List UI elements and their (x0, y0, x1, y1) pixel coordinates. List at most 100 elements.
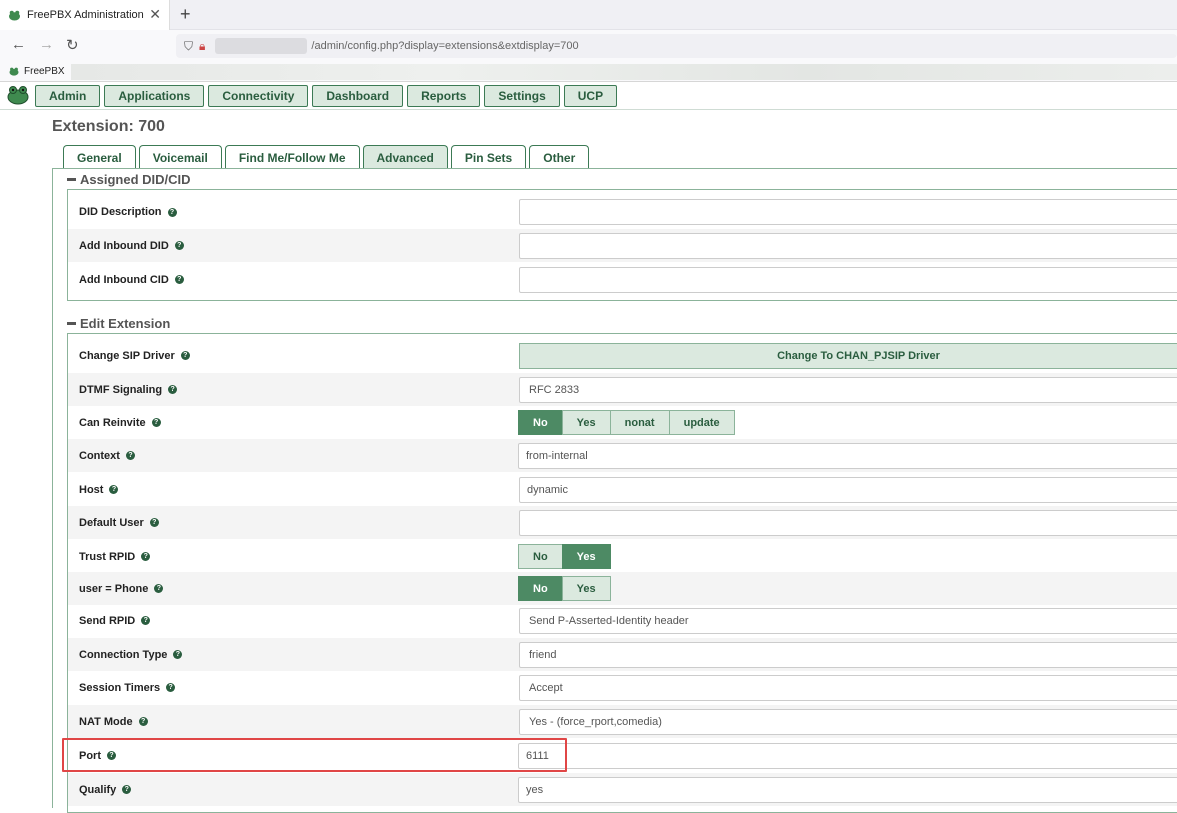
browser-tab-title: FreePBX Administration (27, 9, 144, 21)
menu-ucp[interactable]: UCP (563, 85, 618, 107)
shield-icon: ⛉ (184, 38, 194, 53)
tab-findme-followme[interactable]: Find Me/Follow Me (224, 145, 360, 169)
row-dtmf-signaling: DTMF Signaling? RFC 2833 (68, 373, 1177, 406)
browser-tab[interactable]: FreePBX Administration ✕ (0, 0, 170, 30)
browser-navbar: ← → ↻ ⛉ 🔒︎ /admin/config.php?display=ext… (0, 30, 1177, 62)
add-inbound-cid-input[interactable] (519, 266, 1177, 293)
send-rpid-select[interactable]: Send P-Asserted-Identity header (519, 607, 1177, 634)
host-input[interactable]: dynamic (519, 476, 1177, 503)
freepbx-favicon-icon (9, 10, 20, 21)
can-reinvite-nonat[interactable]: nonat (609, 410, 670, 435)
port-highlight-box (62, 738, 567, 772)
freepbx-favicon-icon (9, 67, 19, 76)
main-menu: Admin Applications Connectivity Dashboar… (35, 85, 618, 107)
menu-dashboard[interactable]: Dashboard (312, 85, 404, 107)
help-icon[interactable]: ? (167, 207, 177, 217)
help-icon[interactable]: ? (174, 275, 184, 284)
row-can-reinvite: Can Reinvite? No Yes nonat update (68, 406, 1177, 439)
row-send-rpid: Send RPID? Send P-Asserted-Identity head… (68, 604, 1177, 637)
send-rpid-label: Send RPID? (79, 615, 151, 627)
tab-advanced[interactable]: Advanced (362, 145, 448, 169)
host-label: Host? (79, 484, 119, 496)
help-icon[interactable]: ? (180, 351, 190, 360)
change-to-pjsip-button[interactable]: Change To CHAN_PJSIP Driver (519, 342, 1177, 369)
address-bar[interactable]: ⛉ 🔒︎ /admin/config.php?display=extension… (176, 34, 1177, 58)
help-icon[interactable]: ? (141, 552, 151, 561)
browser-tabbar: FreePBX Administration ✕ + (0, 0, 1177, 30)
nat-mode-label: NAT Mode? (79, 716, 148, 728)
help-icon[interactable]: ? (168, 385, 178, 394)
row-change-sip-driver: Change SIP Driver? Change To CHAN_PJSIP … (68, 339, 1177, 372)
collapse-icon[interactable] (67, 322, 76, 326)
bookmark-freepbx[interactable]: FreePBX (24, 66, 65, 77)
row-host: Host? dynamic (68, 473, 1177, 506)
can-reinvite-toggle: No Yes nonat update (518, 410, 735, 435)
help-icon[interactable]: ? (166, 683, 176, 692)
can-reinvite-yes[interactable]: Yes (561, 410, 611, 435)
reload-icon[interactable]: ↻ (66, 36, 79, 54)
user-phone-toggle: No Yes (518, 576, 611, 601)
user-phone-label: user = Phone? (79, 583, 164, 595)
row-trust-rpid: Trust RPID? No Yes (68, 540, 1177, 573)
default-user-input[interactable] (519, 509, 1177, 536)
close-tab-icon[interactable]: ✕ (149, 6, 161, 23)
section-assigned-title[interactable]: Assigned DID/CID (67, 172, 191, 187)
help-icon[interactable]: ? (149, 518, 159, 527)
row-add-inbound-cid: Add Inbound CID? (68, 263, 1177, 296)
help-icon[interactable]: ? (174, 241, 184, 250)
tab-general[interactable]: General (63, 145, 136, 169)
can-reinvite-update[interactable]: update (668, 410, 735, 435)
did-description-label: DID Description? (79, 206, 177, 218)
bookmarks-redacted (70, 63, 1177, 80)
connection-type-label: Connection Type? (79, 649, 183, 661)
menu-settings[interactable]: Settings (484, 85, 560, 107)
menu-admin[interactable]: Admin (35, 85, 101, 107)
menu-reports[interactable]: Reports (407, 85, 481, 107)
did-description-input[interactable] (519, 199, 1177, 225)
change-sip-driver-label: Change SIP Driver? (79, 350, 190, 362)
help-icon[interactable]: ? (173, 650, 183, 659)
lock-warning-icon: 🔒︎ (199, 38, 206, 53)
trust-rpid-yes[interactable]: Yes (561, 544, 611, 569)
help-icon[interactable]: ? (122, 785, 132, 794)
context-input[interactable]: from-internal (518, 442, 1177, 469)
help-icon[interactable]: ? (151, 418, 161, 427)
session-timers-select[interactable]: Accept (519, 674, 1177, 701)
row-context: Context? from-internal (68, 439, 1177, 472)
help-icon[interactable]: ? (138, 717, 148, 726)
forward-icon[interactable]: → (39, 36, 54, 53)
port-input[interactable]: 6111 (518, 742, 1177, 769)
help-icon[interactable]: ? (109, 485, 119, 494)
tab-other[interactable]: Other (529, 145, 590, 169)
can-reinvite-no[interactable]: No (518, 410, 563, 435)
can-reinvite-label: Can Reinvite? (79, 417, 161, 429)
new-tab-icon[interactable]: + (180, 4, 191, 25)
row-did-description: DID Description? (68, 196, 1177, 228)
bookmarks-bar: FreePBX (0, 62, 1177, 82)
section-edit-title[interactable]: Edit Extension (67, 316, 170, 331)
trust-rpid-no[interactable]: No (518, 544, 563, 569)
default-user-label: Default User? (79, 517, 159, 529)
help-icon[interactable]: ? (154, 584, 164, 593)
row-add-inbound-did: Add Inbound DID? (68, 229, 1177, 262)
dtmf-signaling-select[interactable]: RFC 2833 (519, 376, 1177, 403)
add-inbound-did-input[interactable] (519, 232, 1177, 259)
help-icon[interactable]: ? (125, 451, 135, 460)
qualify-input[interactable]: yes (518, 776, 1177, 803)
user-phone-no[interactable]: No (518, 576, 563, 601)
nat-mode-select[interactable]: Yes - (force_rport,comedia) (519, 708, 1177, 735)
connection-type-select[interactable]: friend (519, 641, 1177, 668)
collapse-icon[interactable] (67, 178, 76, 182)
back-icon[interactable]: ← (11, 36, 26, 53)
context-label: Context? (79, 450, 135, 462)
row-user-phone: user = Phone? No Yes (68, 572, 1177, 605)
tab-voicemail[interactable]: Voicemail (138, 145, 222, 169)
menu-connectivity[interactable]: Connectivity (208, 85, 309, 107)
section-assigned-label: Assigned DID/CID (80, 172, 191, 187)
tab-pin-sets[interactable]: Pin Sets (450, 145, 527, 169)
user-phone-yes[interactable]: Yes (561, 576, 611, 601)
help-icon[interactable]: ? (141, 616, 151, 625)
freepbx-logo-icon[interactable] (7, 85, 29, 105)
menu-applications[interactable]: Applications (104, 85, 205, 107)
row-default-user: Default User? (68, 506, 1177, 539)
